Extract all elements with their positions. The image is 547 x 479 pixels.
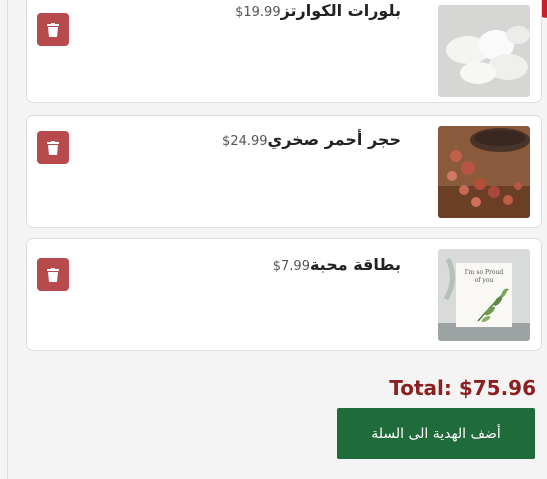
- delete-button[interactable]: [37, 131, 69, 164]
- cart-item: بطاقة محبة7.99$ I'm so Proud of you: [26, 238, 542, 351]
- cart-total: Total: $75.96: [389, 376, 536, 400]
- item-name: بطاقة محبة: [309, 255, 401, 274]
- item-thumbnail: I'm so Proud of you: [438, 249, 530, 341]
- item-price: 19.99$: [235, 5, 281, 20]
- add-to-cart-button[interactable]: أضف الهدية الى السلة: [337, 408, 535, 459]
- cart-item: حجر أحمر صخري24.99$: [26, 115, 542, 228]
- item-name: حجر أحمر صخري: [267, 130, 401, 149]
- item-title: بلورات الكوارتز19.99$: [235, 1, 401, 20]
- item-thumbnail: [438, 126, 530, 218]
- white-stones-image: [438, 5, 530, 97]
- cart-panel: بلورات الكوارتز19.99$ حجر أحمر صخري24.99…: [7, 0, 547, 479]
- item-title: بطاقة محبة7.99$: [273, 255, 401, 274]
- item-price: 24.99$: [222, 134, 268, 149]
- item-name: بلورات الكوارتز: [280, 1, 401, 20]
- item-title: حجر أحمر صخري24.99$: [222, 130, 401, 149]
- trash-icon: [47, 267, 59, 282]
- item-price: 7.99$: [272, 259, 310, 274]
- delete-button[interactable]: [37, 13, 69, 46]
- card-text: I'm so Proud of you: [464, 269, 504, 284]
- trash-icon: [47, 140, 59, 155]
- red-rock-jar-image: [438, 126, 530, 218]
- love-card-image: [438, 249, 530, 341]
- item-thumbnail: [438, 5, 530, 97]
- cart-item: بلورات الكوارتز19.99$: [26, 0, 542, 103]
- trash-icon: [47, 22, 59, 37]
- delete-button[interactable]: [37, 258, 69, 291]
